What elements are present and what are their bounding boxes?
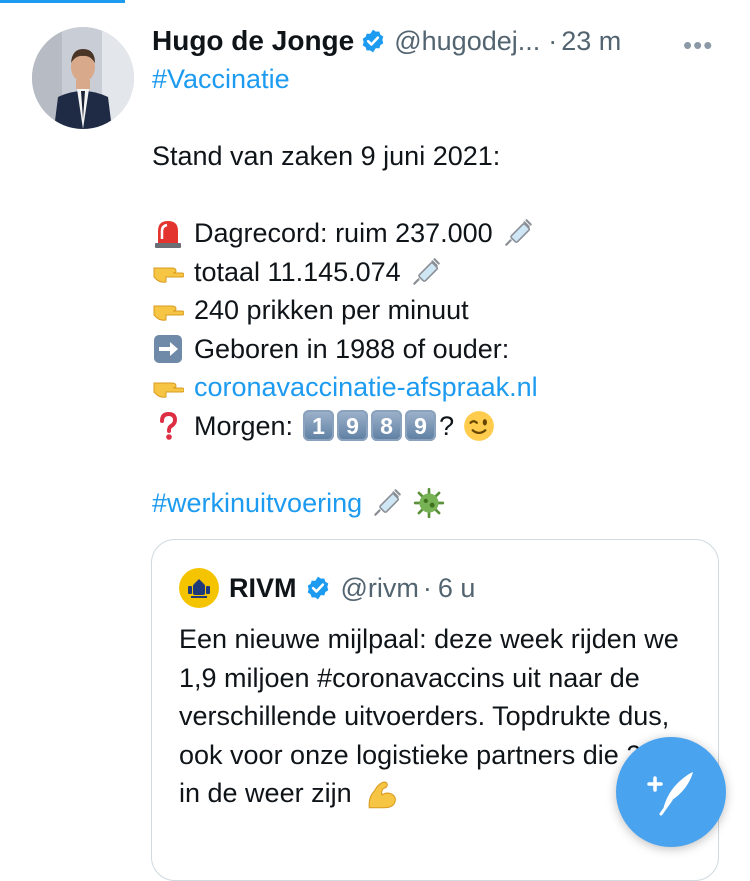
quoted-author-handle[interactable]: @rivm: [341, 573, 419, 604]
red-question-mark-icon: [160, 411, 178, 440]
tweet-line-dagrecord: Dagrecord: ruim 237.000: [194, 218, 493, 248]
compose-tweet-icon: [647, 772, 693, 816]
quoted-text-content: Een nieuwe mijlpaal: deze week rijden we…: [179, 624, 679, 808]
rivm-crest-icon: [188, 579, 210, 598]
syringe-icon: [504, 219, 532, 246]
backhand-index-pointing-right-icon: [153, 382, 184, 398]
author-avatar[interactable]: [32, 27, 134, 129]
quoted-author-name[interactable]: RIVM: [229, 573, 297, 604]
separator-dot: ·: [422, 572, 432, 603]
quoted-timestamp[interactable]: 6 u: [438, 573, 476, 604]
afspraak-link[interactable]: coronavaccinatie-afspraak.nl: [194, 368, 538, 407]
syringe-icon: [412, 257, 440, 285]
tweet-timestamp[interactable]: 23 m: [561, 26, 621, 57]
top-accent-rule: [0, 0, 125, 3]
tweet-header: Hugo de Jonge @hugodej... · 23 m: [152, 20, 621, 62]
tweet-line-question: ?: [439, 410, 455, 441]
separator-dot: ·: [548, 25, 558, 56]
right-arrow-icon: [154, 334, 182, 363]
tweet-line-geboren: Geboren in 1988 of ouder:: [194, 333, 510, 364]
keycap-digit: 8: [371, 410, 403, 442]
author-handle[interactable]: @hugodej...: [394, 26, 540, 57]
keycap-digit: 9: [337, 410, 369, 442]
rivm-avatar[interactable]: [179, 568, 219, 608]
keycap-digit: 9: [405, 410, 437, 442]
compose-tweet-button[interactable]: [616, 737, 726, 847]
microbe-icon: [413, 487, 445, 518]
tweet-line-totaal: totaal 11.145.074: [194, 256, 401, 287]
quoted-tweet-header: RIVM @rivm · 6 u: [179, 568, 475, 608]
syringe-icon: [374, 488, 401, 516]
verified-badge-icon: [362, 29, 384, 53]
keycap-digit: 1: [303, 410, 335, 442]
tweet-line-date: Stand van zaken 9 juni 2021:: [152, 141, 501, 171]
flexed-biceps-icon: [368, 781, 396, 809]
tweet-body: #Vaccinatie Stand van zaken 9 juni 2021:…: [152, 60, 732, 522]
tweet-line-prikken: 240 prikken per minuut: [194, 295, 469, 325]
hashtag-vaccinatie[interactable]: #Vaccinatie: [152, 60, 290, 99]
winking-face-icon: [464, 410, 494, 441]
rotating-light-icon: [155, 221, 181, 249]
backhand-index-pointing-right-icon: [153, 305, 184, 321]
tweet-line-morgen: Morgen:: [194, 410, 294, 441]
backhand-index-pointing-right-icon: [153, 267, 184, 283]
more-options-icon[interactable]: •••: [683, 30, 713, 61]
author-name[interactable]: Hugo de Jonge: [152, 25, 354, 57]
verified-badge-icon: [307, 576, 328, 600]
hashtag-werkinuitvoering[interactable]: #werkinuitvoering: [152, 484, 362, 523]
